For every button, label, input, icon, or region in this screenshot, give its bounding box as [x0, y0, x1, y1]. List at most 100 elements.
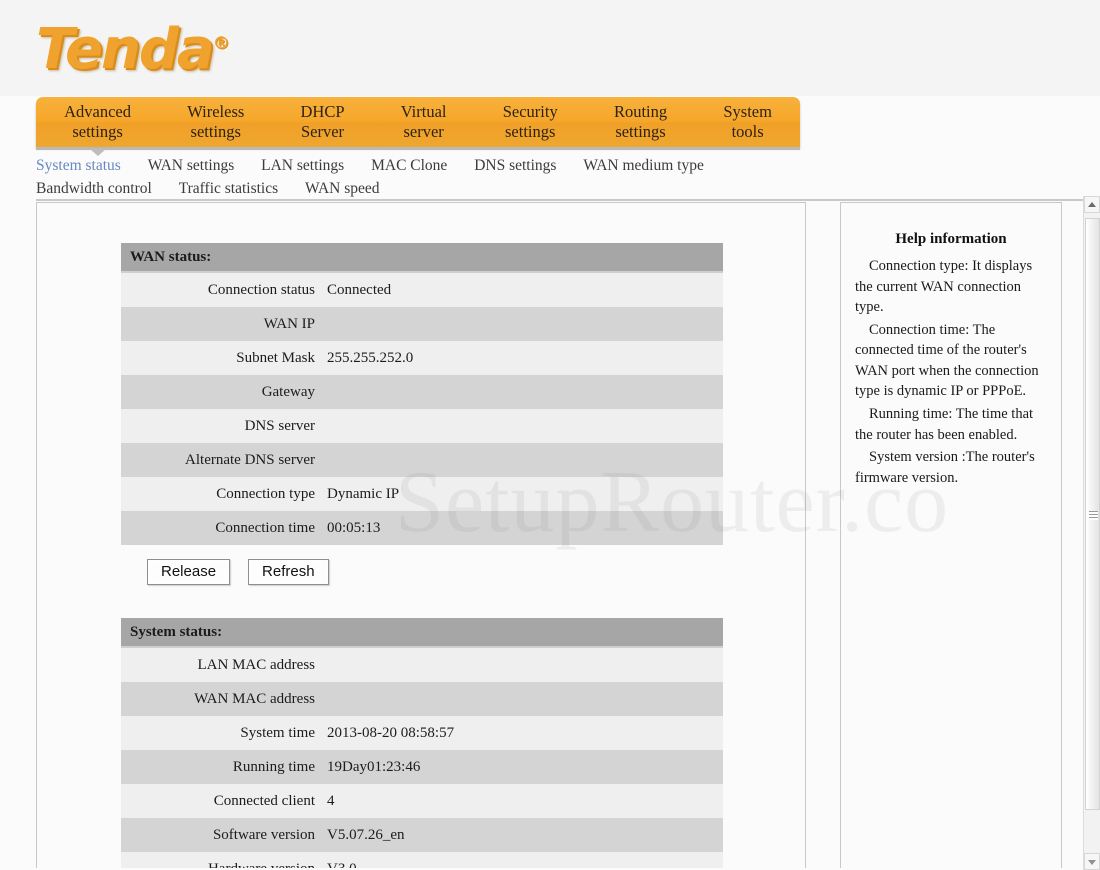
row-label: Connection time: [215, 519, 315, 536]
table-row: Hardware version V3.0: [121, 852, 723, 868]
tab-label-line1: Routing: [613, 101, 668, 121]
tab-label-line1: Security: [502, 101, 558, 121]
sidebar-item-dns-settings[interactable]: DNS settings: [474, 157, 556, 175]
tenda-logo: Tenda®: [36, 22, 230, 78]
row-value: 00:05:13: [327, 519, 381, 536]
tab-advanced-settings[interactable]: Advanced settings: [36, 102, 159, 142]
help-title: Help information: [895, 231, 1007, 247]
table-row: Connection time 00:05:13: [121, 511, 723, 545]
tab-dhcp-server[interactable]: DHCP Server: [272, 102, 372, 142]
refresh-button[interactable]: Refresh: [248, 558, 329, 586]
tab-bar-underline: [36, 147, 800, 150]
table-row: WAN MAC address: [121, 682, 723, 716]
table-row: Software version V5.07.26_en: [121, 818, 723, 852]
sidebar-item-mac-clone[interactable]: MAC Clone: [371, 157, 447, 175]
logo-wordmark: Tenda: [36, 17, 215, 82]
sidebar-item-wan-medium-type[interactable]: WAN medium type: [583, 157, 704, 175]
tab-label-line2: settings: [72, 122, 123, 141]
header-bar: Tenda®: [0, 0, 1100, 96]
tab-virtual-server[interactable]: Virtual server: [373, 102, 475, 142]
row-value: 4: [327, 792, 335, 809]
scrollbar-thumb[interactable]: [1085, 218, 1100, 810]
system-status-section: System status: LAN MAC address WAN MAC a…: [121, 618, 723, 868]
row-label: Hardware version: [121, 861, 327, 869]
row-label: Subnet Mask: [236, 349, 315, 366]
tab-label-line1: Wireless: [187, 101, 245, 121]
table-row: Running time 19Day01:23:46: [121, 750, 723, 784]
tab-label-line2: Server: [300, 122, 345, 141]
row-value: Connected: [327, 281, 392, 298]
row-label: Software version: [212, 826, 315, 843]
table-row: LAN MAC address: [121, 648, 723, 682]
tab-label-line1: Advanced: [64, 101, 131, 121]
page-scrollbar[interactable]: [1083, 196, 1100, 870]
sidebar-item-lan-settings[interactable]: LAN settings: [261, 157, 344, 175]
main-tab-bar: Advanced settings Wireless settings DHCP…: [36, 97, 800, 147]
row-label: System time: [240, 724, 315, 741]
row-value: V5.07.26_en: [327, 826, 405, 843]
table-row: Gateway: [121, 375, 723, 409]
tab-label-line1: Virtual: [400, 101, 447, 121]
scroll-up-button[interactable]: [1084, 196, 1100, 213]
row-label: Connection type: [216, 485, 315, 502]
registered-trademark-icon: ®: [212, 33, 230, 54]
table-row: Connected client 4: [121, 784, 723, 818]
table-row: WAN IP: [121, 307, 723, 341]
scroll-down-button[interactable]: [1084, 853, 1100, 870]
sidebar-item-traffic-statistics[interactable]: Traffic statistics: [179, 180, 278, 198]
help-paragraph: Connection type: It displays the current…: [855, 258, 1033, 316]
tab-label-line1: DHCP: [300, 101, 345, 121]
wan-status-section: WAN status: Connection status Connected …: [121, 243, 723, 593]
release-button[interactable]: Release: [147, 558, 231, 586]
help-paragraph: System version :The router's firmware ve…: [855, 449, 1035, 486]
wan-action-buttons: Release Refresh: [121, 545, 723, 593]
table-row: Connection type Dynamic IP: [121, 477, 723, 511]
tab-security-settings[interactable]: Security settings: [475, 102, 586, 142]
table-row: Alternate DNS server: [121, 443, 723, 477]
tab-label-line2: settings: [615, 122, 666, 141]
tab-label-line2: tools: [731, 122, 764, 141]
tab-wireless-settings[interactable]: Wireless settings: [159, 102, 272, 142]
row-value: 255.255.252.0: [327, 349, 414, 366]
row-value: 19Day01:23:46: [327, 758, 421, 775]
sidebar-item-wan-settings[interactable]: WAN settings: [148, 157, 235, 175]
row-label: Connected client: [213, 792, 315, 809]
table-row: System time 2013-08-20 08:58:57: [121, 716, 723, 750]
row-value: Dynamic IP: [327, 485, 400, 502]
row-label: Running time: [232, 758, 315, 775]
tab-system-tools[interactable]: System tools: [695, 102, 800, 142]
row-label: Alternate DNS server: [185, 451, 315, 468]
row-label: Connection status: [207, 281, 315, 298]
sub-navigation-row-1: System status WAN settings LAN settings …: [36, 155, 1086, 178]
tab-label-line2: settings: [505, 122, 556, 141]
router-admin-page: Tenda® Advanced settings Wireless settin…: [0, 0, 1100, 870]
help-paragraph: Running time: The time that the router h…: [855, 406, 1034, 443]
system-status-header: System status:: [121, 618, 723, 648]
table-row: DNS server: [121, 409, 723, 443]
sidebar-item-wan-speed[interactable]: WAN speed: [305, 180, 379, 198]
sidebar-item-system-status[interactable]: System status: [36, 157, 121, 175]
help-paragraph: Connection time: The connected time of t…: [855, 321, 1039, 400]
tab-label-line2: server: [403, 122, 444, 141]
table-row: Connection status Connected: [121, 273, 723, 307]
chevron-down-icon: [1088, 860, 1096, 865]
scrollbar-grip-icon: [1089, 511, 1098, 520]
row-label: WAN IP: [263, 315, 315, 332]
sub-navigation-row-2: Bandwidth control Traffic statistics WAN…: [36, 178, 1086, 201]
sub-navigation-divider: [36, 199, 1100, 201]
tab-label-line1: System: [723, 101, 772, 121]
row-label: Gateway: [261, 383, 315, 400]
row-label: DNS server: [244, 417, 315, 434]
row-value: 2013-08-20 08:58:57: [327, 724, 455, 741]
main-content-panel: WAN status: Connection status Connected …: [36, 202, 806, 868]
row-label: WAN MAC address: [194, 690, 315, 707]
help-information-panel: Help information Connection type: It dis…: [840, 202, 1062, 868]
row-value: V3.0: [327, 861, 357, 869]
row-label: LAN MAC address: [197, 656, 316, 673]
table-row: Subnet Mask 255.255.252.0: [121, 341, 723, 375]
sidebar-item-bandwidth-control[interactable]: Bandwidth control: [36, 180, 152, 198]
chevron-up-icon: [1088, 202, 1096, 207]
tab-routing-settings[interactable]: Routing settings: [586, 102, 695, 142]
wan-status-header: WAN status:: [121, 243, 723, 273]
tab-label-line2: settings: [190, 122, 241, 141]
